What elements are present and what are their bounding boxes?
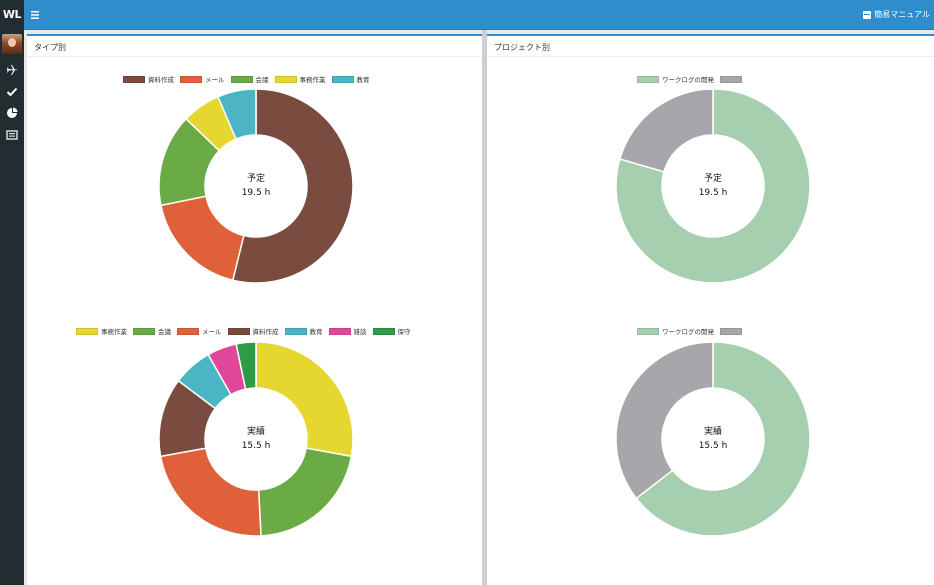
legend-label: 会議: [158, 328, 171, 336]
legend-label: メール: [202, 328, 222, 336]
legend-label: 保守: [397, 328, 411, 336]
divider: [27, 56, 482, 57]
legend-item[interactable]: 教育: [331, 74, 370, 84]
legend-label: ワークログの開発: [662, 76, 714, 84]
chart-legend: ワークログの開発: [637, 326, 745, 336]
legend-swatch: [230, 75, 253, 83]
sidebar: [0, 30, 24, 585]
check-icon[interactable]: [5, 85, 19, 99]
avatar[interactable]: [2, 34, 22, 54]
book-icon: [863, 10, 872, 19]
legend-label: 資料作成: [148, 76, 174, 84]
legend-swatch: [284, 327, 307, 335]
legend-label: ワークログの開発: [662, 328, 714, 336]
legend-swatch: [274, 75, 297, 83]
chart-legend: 資料作成 メール 会議 事務作業 教育: [123, 74, 370, 84]
legend-item[interactable]: メール: [177, 326, 222, 336]
chart-center-label: 予定 19.5 h: [216, 172, 296, 200]
donut-slice[interactable]: [615, 341, 714, 500]
legend-item[interactable]: 資料作成: [227, 326, 279, 336]
pie-chart-icon[interactable]: [5, 106, 19, 120]
plane-icon[interactable]: [5, 63, 19, 77]
chart-center-label: 予定 19.5 h: [673, 172, 753, 200]
legend-swatch: [177, 327, 199, 335]
center-value: 15.5 h: [241, 441, 271, 451]
list-icon[interactable]: [5, 128, 19, 142]
legend-item[interactable]: 保守: [372, 326, 411, 336]
manual-label: 簡易マニュアル: [874, 10, 930, 19]
chart-legend: ワークログの開発: [637, 74, 745, 84]
legend-label: 教育: [356, 76, 370, 84]
center-title: 実績: [703, 427, 722, 437]
legend-swatch: [720, 75, 742, 83]
legend-swatch: [331, 75, 354, 83]
legend-label: 資料作成: [252, 328, 279, 336]
legend-label: 教育: [309, 328, 323, 336]
panel-title-project: プロジェクト別: [494, 43, 550, 52]
chart-center-label: 実績 15.5 h: [216, 425, 296, 453]
legend-item[interactable]: ワークログの開発: [637, 74, 714, 84]
top-navbar: WL 簡易マニュアル: [0, 0, 934, 30]
legend-label: 雑談: [353, 328, 367, 336]
legend-item[interactable]: 会議: [133, 326, 171, 336]
divider: [487, 56, 934, 57]
donut-slice[interactable]: [160, 195, 245, 282]
chart-legend: 事務作業 会議 メール 資料作成 教育 雑談 保守: [76, 326, 411, 336]
legend-swatch: [76, 327, 98, 335]
legend-item[interactable]: 雑談: [328, 326, 367, 336]
legend-item[interactable]: 教育: [284, 326, 323, 336]
chart-center-label: 実績 15.5 h: [673, 425, 753, 453]
legend-swatch: [328, 327, 351, 335]
legend-swatch: [123, 75, 145, 83]
center-title: 予定: [246, 174, 265, 184]
center-value: 19.5 h: [698, 188, 728, 198]
legend-label: 事務作業: [101, 328, 127, 336]
legend-label: 事務作業: [299, 76, 326, 84]
hamburger-menu-icon[interactable]: [30, 8, 44, 22]
legend-swatch: [720, 327, 742, 335]
manual-link[interactable]: 簡易マニュアル: [863, 9, 930, 20]
legend-item[interactable]: 資料作成: [123, 74, 174, 84]
donut-slice[interactable]: [159, 447, 262, 537]
legend-item[interactable]: ワークログの開発: [637, 326, 714, 336]
app-logo[interactable]: WL: [0, 0, 24, 30]
panel-title-type: タイプ別: [34, 43, 66, 52]
legend-label: メール: [205, 76, 225, 84]
legend-item[interactable]: 事務作業: [274, 74, 326, 84]
legend-label: 会議: [255, 76, 269, 84]
legend-swatch: [637, 75, 659, 83]
legend-item[interactable]: [720, 75, 745, 83]
legend-item[interactable]: [720, 327, 745, 335]
donut-slice[interactable]: [257, 447, 353, 537]
donut-slice[interactable]: [618, 88, 714, 173]
legend-swatch: [227, 327, 250, 335]
legend-item[interactable]: メール: [180, 74, 225, 84]
legend-swatch: [180, 75, 202, 83]
legend-item[interactable]: 事務作業: [76, 326, 127, 336]
legend-swatch: [133, 327, 155, 335]
center-value: 19.5 h: [241, 188, 271, 198]
legend-swatch: [372, 327, 395, 335]
legend-swatch: [637, 327, 659, 335]
center-title: 予定: [703, 174, 722, 184]
center-title: 実績: [246, 427, 265, 437]
center-value: 15.5 h: [698, 441, 728, 451]
legend-item[interactable]: 会議: [230, 74, 269, 84]
